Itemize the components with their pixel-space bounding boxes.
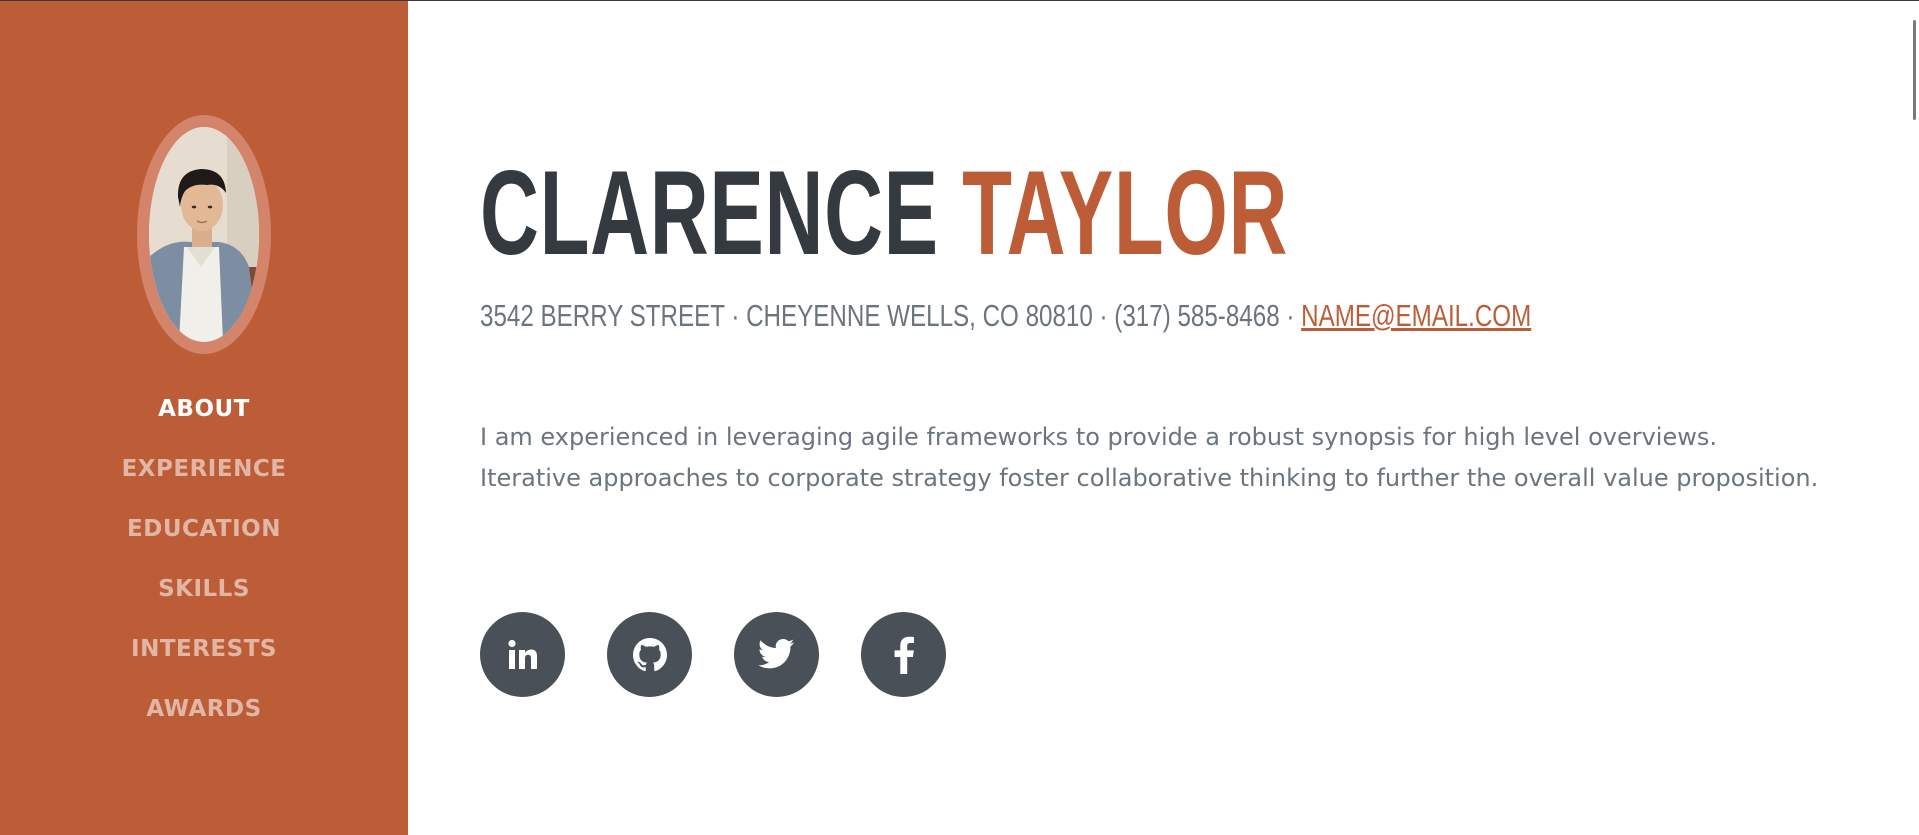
avatar-frame [137, 115, 271, 354]
linkedin-button[interactable] [480, 612, 565, 697]
top-border [0, 0, 1919, 1]
nav-link-education[interactable]: EDUCATION [127, 505, 281, 553]
nav-item-awards: AWARDS [0, 685, 408, 745]
twitter-button[interactable] [734, 612, 819, 697]
bio-text: I am experienced in leveraging agile fra… [480, 423, 1819, 492]
facebook-button[interactable] [861, 612, 946, 697]
sidebar: ABOUT EXPERIENCE EDUCATION SKILLS INTERE… [0, 0, 408, 835]
nav-link-experience[interactable]: EXPERIENCE [122, 445, 287, 493]
about-section: CLARENCE TAYLOR 3542 BERRY STREET · CHEY… [408, 0, 1919, 835]
address-phone: 3542 BERRY STREET · CHEYENNE WELLS, CO 8… [480, 298, 1302, 333]
twitter-icon [757, 638, 794, 668]
email-link[interactable]: NAME@EMAIL.COM [1301, 298, 1531, 333]
nav-item-about: ABOUT [0, 385, 408, 445]
nav-link-awards[interactable]: AWARDS [146, 685, 261, 733]
nav-item-education: EDUCATION [0, 505, 408, 565]
linkedin-icon [507, 639, 537, 669]
github-button[interactable] [607, 612, 692, 697]
nav-menu: ABOUT EXPERIENCE EDUCATION SKILLS INTERE… [0, 385, 408, 745]
nav-link-about[interactable]: ABOUT [158, 385, 250, 433]
nav-link-interests[interactable]: INTERESTS [131, 625, 277, 673]
facebook-icon [894, 636, 914, 674]
scrollbar[interactable] [1913, 20, 1916, 120]
first-name: CLARENCE [480, 146, 939, 280]
avatar [149, 127, 259, 342]
profile-name: CLARENCE TAYLOR [480, 148, 1288, 278]
nav-item-interests: INTERESTS [0, 625, 408, 685]
last-name: TAYLOR [962, 146, 1289, 280]
nav-item-experience: EXPERIENCE [0, 445, 408, 505]
nav-link-skills[interactable]: SKILLS [158, 565, 250, 613]
contact-line: 3542 BERRY STREET · CHEYENNE WELLS, CO 8… [480, 296, 1531, 336]
nav-item-skills: SKILLS [0, 565, 408, 625]
social-icons [480, 612, 946, 697]
github-icon [632, 637, 667, 671]
